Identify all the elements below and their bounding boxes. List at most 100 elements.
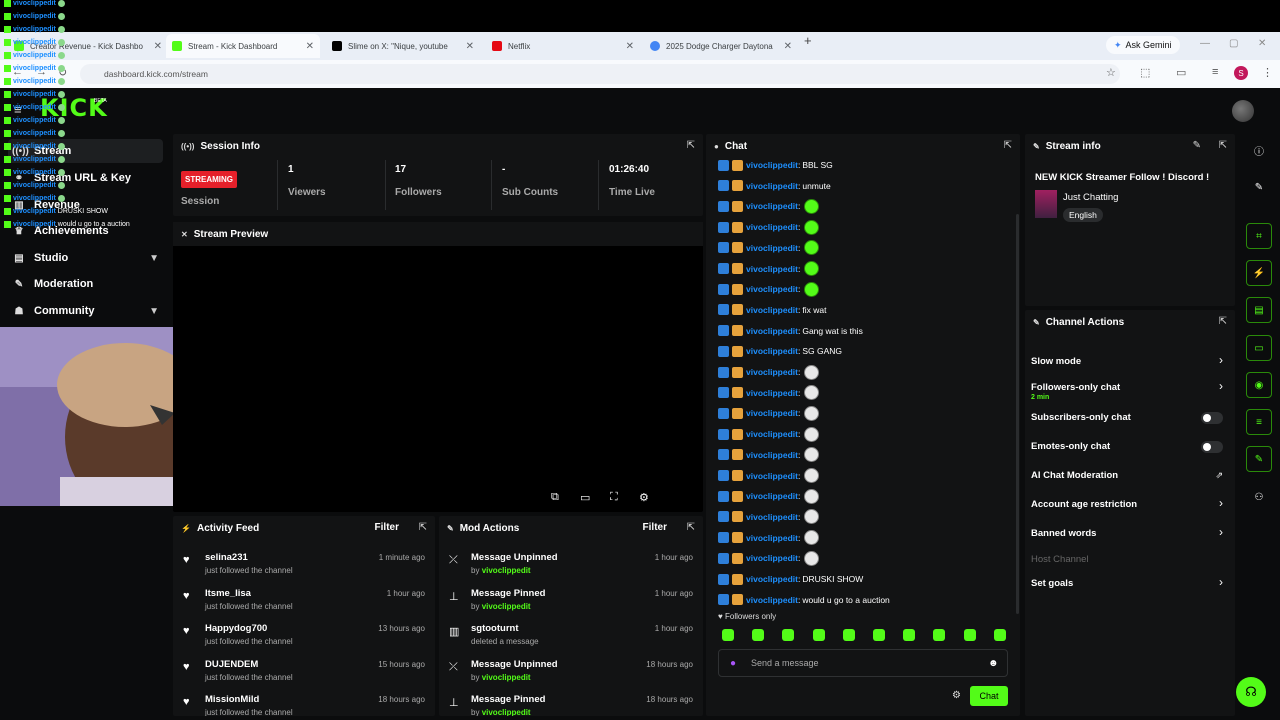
mod-action-item[interactable]: ▥ sgtooturnt deleted a message 1 hour ago bbox=[439, 621, 703, 655]
emoji-picker-icon[interactable]: ☻ bbox=[988, 658, 999, 669]
quick-emote-icon[interactable] bbox=[782, 629, 795, 641]
chat-username[interactable]: vivoclippedit bbox=[746, 574, 798, 584]
channel-action-item[interactable]: Account age restriction › bbox=[1031, 491, 1227, 517]
quick-emote-icon[interactable] bbox=[722, 629, 734, 641]
url-field[interactable]: dashboard.kick.com/stream bbox=[80, 64, 1120, 84]
browser-tab[interactable]: 2025 Dodge Charger Daytona ✕ bbox=[644, 34, 798, 58]
mod-action-user[interactable]: vivoclippedit bbox=[482, 602, 531, 611]
window-close-icon[interactable]: ✕ bbox=[1258, 38, 1266, 49]
info-icon[interactable]: ⓘ bbox=[1246, 137, 1272, 163]
theater-icon[interactable]: ▭ bbox=[580, 491, 590, 504]
rail-list-icon[interactable]: ≡ bbox=[1246, 409, 1272, 435]
extensions-icon[interactable]: ⬚ bbox=[1140, 66, 1150, 79]
chat-username[interactable]: vivoclippedit bbox=[746, 471, 798, 481]
new-tab-button[interactable]: + bbox=[804, 33, 818, 48]
chat-username[interactable]: vivoclippedit bbox=[746, 429, 798, 439]
channel-action-item[interactable]: Followers-only chat 2 min › bbox=[1031, 374, 1227, 401]
chat-username[interactable]: vivoclippedit bbox=[746, 264, 798, 274]
activity-username[interactable]: Itsme_Iisa bbox=[205, 588, 251, 599]
chat-username[interactable]: vivoclippedit bbox=[746, 326, 798, 336]
media-icon[interactable]: ≡ bbox=[1212, 66, 1218, 78]
fullscreen-icon[interactable]: ⛶ bbox=[610, 491, 618, 504]
mod-action-user[interactable]: vivoclippedit bbox=[482, 566, 531, 575]
profile-avatar[interactable]: S bbox=[1234, 66, 1248, 80]
minimize-icon[interactable]: — bbox=[1200, 38, 1210, 49]
chat-username[interactable]: vivoclippedit bbox=[746, 346, 798, 356]
browser-tab-active[interactable]: Stream - Kick Dashboard ✕ bbox=[166, 34, 320, 58]
activity-username[interactable]: DUJENDEM bbox=[205, 659, 258, 670]
mod-action-item[interactable]: ⊥ Message Pinned by vivoclippedit 18 hours … bbox=[439, 692, 703, 716]
filter-button[interactable]: Filter bbox=[643, 522, 667, 533]
user-avatar[interactable] bbox=[1232, 100, 1254, 122]
chat-username[interactable]: vivoclippedit bbox=[746, 408, 798, 418]
chat-scrollbar[interactable] bbox=[1016, 214, 1019, 614]
close-icon[interactable]: ✕ bbox=[306, 41, 314, 52]
pip-icon[interactable]: ⧉ bbox=[551, 491, 559, 504]
channel-action-item[interactable]: Slow mode › bbox=[1031, 348, 1227, 374]
popout-icon[interactable]: ⇱ bbox=[687, 522, 695, 533]
menu-dots-icon[interactable]: ⋮ bbox=[1262, 66, 1273, 79]
toggle-switch[interactable] bbox=[1201, 412, 1223, 424]
chat-input[interactable]: Send a message bbox=[718, 649, 1008, 677]
rail-broadcast-icon[interactable]: ◉ bbox=[1246, 372, 1272, 398]
channel-action-item[interactable]: Banned words › bbox=[1031, 520, 1227, 546]
chat-username[interactable]: vivoclippedit bbox=[746, 491, 798, 501]
activity-item[interactable]: ♥ Itsme_Iisa just followed the channel 1 ho… bbox=[173, 586, 435, 620]
settings-gear-icon[interactable]: ⚙ bbox=[639, 491, 649, 504]
sidebar-item-moderation[interactable]: ✎ Moderation bbox=[8, 272, 163, 296]
quick-emote-icon[interactable] bbox=[903, 629, 916, 641]
chat-username[interactable]: vivoclippedit bbox=[746, 201, 798, 211]
popout-icon[interactable]: ⇱ bbox=[1219, 316, 1227, 327]
chat-username[interactable]: vivoclippedit bbox=[746, 450, 798, 460]
activity-item[interactable]: ♥ MissionMild just followed the channel 18 … bbox=[173, 692, 435, 716]
support-headset-icon[interactable]: ☊ bbox=[1236, 677, 1266, 707]
browser-tab[interactable]: Netflix ✕ bbox=[486, 34, 640, 58]
rail-capture-icon[interactable]: ⌗ bbox=[1246, 223, 1272, 249]
sidebar-item-studio[interactable]: ▤ Studio ▼ bbox=[8, 246, 163, 270]
activity-item[interactable]: ♥ Happydog700 just followed the channel 13 … bbox=[173, 621, 435, 655]
bookmark-star-icon[interactable]: ☆ bbox=[1106, 66, 1116, 79]
popout-icon[interactable]: ⇱ bbox=[1219, 140, 1227, 151]
browser-tab[interactable]: Slime on X: "Nique, youtube ✕ bbox=[326, 34, 480, 58]
chat-username[interactable]: vivoclippedit bbox=[746, 533, 798, 543]
channel-action-item[interactable]: Set goals › bbox=[1031, 570, 1227, 596]
mod-action-item[interactable]: ⤫ Message Unpinned by vivoclippedit 18 hour… bbox=[439, 657, 703, 691]
chat-username[interactable]: vivoclippedit bbox=[746, 181, 798, 191]
rail-clipboard-icon[interactable]: ▤ bbox=[1246, 297, 1272, 323]
activity-item[interactable]: ♥ DUJENDEM just followed the channel 15 hou… bbox=[173, 657, 435, 691]
mod-action-user[interactable]: vivoclippedit bbox=[482, 673, 531, 682]
channel-action-item[interactable]: AI Chat Moderation ⇗ bbox=[1031, 462, 1227, 488]
edit-icon[interactable]: ✎ bbox=[1193, 140, 1201, 151]
chat-username[interactable]: vivoclippedit bbox=[746, 284, 798, 294]
popout-icon[interactable]: ⇱ bbox=[419, 522, 427, 533]
quick-emote-icon[interactable] bbox=[993, 629, 1006, 641]
chat-send-button[interactable]: Chat bbox=[970, 686, 1008, 706]
rail-bolt-icon[interactable]: ⚡ bbox=[1246, 260, 1272, 286]
pencil-icon[interactable]: ✎ bbox=[1246, 174, 1272, 200]
toggle-switch[interactable] bbox=[1201, 441, 1223, 453]
sidebar-item-community[interactable]: ☗ Community ▼ bbox=[8, 299, 163, 323]
activity-username[interactable]: selina231 bbox=[205, 552, 248, 563]
rail-chat-icon[interactable]: ▭ bbox=[1246, 335, 1272, 361]
stream-category[interactable]: Just Chatting bbox=[1063, 192, 1118, 203]
channel-action-item[interactable]: Subscribers-only chat bbox=[1031, 404, 1227, 430]
ask-gemini-button[interactable]: ✦ Ask Gemini bbox=[1106, 36, 1180, 54]
chat-username[interactable]: vivoclippedit bbox=[746, 388, 798, 398]
activity-item[interactable]: ♥ selina231 just followed the channel 1 min… bbox=[173, 550, 435, 584]
popout-icon[interactable]: ⇱ bbox=[687, 140, 695, 151]
chat-username[interactable]: vivoclippedit bbox=[746, 512, 798, 522]
popout-icon[interactable]: ⇱ bbox=[1004, 140, 1012, 151]
rail-wrench-icon[interactable]: ✎ bbox=[1246, 446, 1272, 472]
chat-username[interactable]: vivoclippedit bbox=[746, 367, 798, 377]
mod-action-item[interactable]: ⤫ Message Unpinned by vivoclippedit 1 hour … bbox=[439, 550, 703, 584]
cast-icon[interactable]: ▭ bbox=[1176, 66, 1186, 79]
quick-emote-icon[interactable] bbox=[812, 629, 825, 641]
close-icon[interactable]: ✕ bbox=[154, 41, 162, 52]
chat-username[interactable]: vivoclippedit bbox=[746, 243, 798, 253]
close-icon[interactable]: ✕ bbox=[626, 41, 634, 52]
activity-username[interactable]: MissionMild bbox=[205, 694, 259, 705]
quick-emote-icon[interactable] bbox=[963, 629, 976, 641]
chat-username[interactable]: vivoclippedit bbox=[746, 595, 798, 605]
mod-action-item[interactable]: ⊥ Message Pinned by vivoclippedit 1 hour ag… bbox=[439, 586, 703, 620]
quick-emote-icon[interactable] bbox=[933, 629, 946, 641]
